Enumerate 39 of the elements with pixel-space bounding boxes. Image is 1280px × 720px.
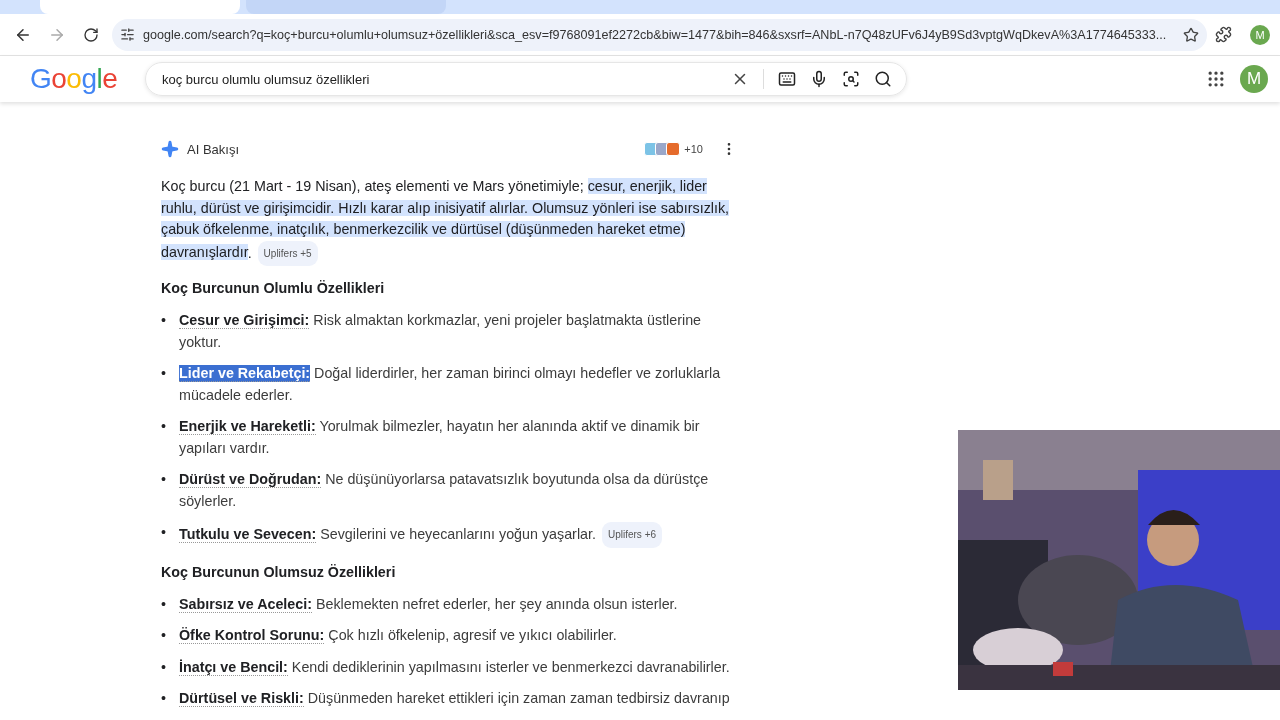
trait-text: Dürtüsel ve Riskli: Düşünmeden hareket ettikleri için zaman zaman tedbirsiz davranıp bbox=[179, 689, 731, 709]
trait-text: Öfke Kontrol Sorunu: Çok hızlı öfkelenip, agresif ve yıkıcı olabilirler. bbox=[179, 626, 618, 646]
camera-search-icon[interactable] bbox=[842, 70, 860, 88]
search-icon[interactable] bbox=[874, 70, 892, 88]
source-favicons-icon[interactable] bbox=[647, 142, 681, 156]
site-settings-icon[interactable] bbox=[120, 27, 135, 42]
extensions-icon[interactable] bbox=[1215, 26, 1232, 43]
reload-icon[interactable] bbox=[83, 26, 99, 43]
bullet: • bbox=[161, 626, 167, 645]
logo[interactable]: Google bbox=[30, 63, 145, 95]
trait-text: Enerjik ve Hareketli: Yorulmak bilmezler, hayatın her alanında aktif ve dinamik bir yapıları vardır. bbox=[179, 417, 701, 458]
keyboard-icon[interactable] bbox=[778, 70, 796, 88]
address-bar[interactable]: google.com/search?q=koç+burcu+olumlu+olumsuz+özellikleri&sca_esv=f9768091ef2272cb&biw=1477&bih=846&sxsrf=ANbL-n7Q48zUFv6J4yB9Sd3vptgWqDkevA%3A1774645333... bbox=[112, 18, 1207, 51]
source-chip[interactable]: Uplifers +6 bbox=[601, 522, 663, 548]
bullet: • bbox=[161, 417, 167, 436]
bullet: • bbox=[161, 657, 167, 677]
overview-title: AI Bakışı bbox=[187, 141, 240, 157]
trait-text: Lider ve Rekabetçi: Doğal liderdirler, her zaman birinci olmayı hedefler ve zorluklarla mücadele ederler. bbox=[179, 364, 722, 405]
trait-text: Cesur ve Girişimci: Risk almaktan korkmazlar, yeni projeler başlatmakta üstlerine yoktur. bbox=[179, 311, 703, 352]
section-heading: Koç Burcunun Olumsuz Özellikleri bbox=[161, 563, 397, 580]
source-chip[interactable]: Uplifers +5 bbox=[257, 240, 318, 266]
bullet: • bbox=[161, 523, 167, 542]
bullet: • bbox=[161, 689, 167, 708]
bullet: • bbox=[161, 594, 167, 614]
section-heading: Koç Burcunun Olumlu Özellikleri bbox=[161, 280, 386, 296]
bullet: • bbox=[161, 364, 167, 383]
trait-text: Tutkulu ve Sevecen: Sevgilerini ve heyecanlarını yoğun yaşarlar. Uplifers +6 bbox=[179, 522, 731, 548]
bullet: • bbox=[161, 311, 167, 330]
trait-text: Sabırsız ve Aceleci: Beklemekten nefret ederler, her şey anında olsun isterler. bbox=[179, 594, 679, 615]
trait-text: İnatçı ve Bencil: Kendi dediklerinin yapılmasını isterler ve benmerkezci davranabilirler. bbox=[179, 657, 731, 678]
summary-paragraph: Koç burcu (21 Mart - 19 Nisan), ateş elementi ve Mars yönetimiyle; cesur, enerjik, lider ruhlu, dürüst ve girişimcidir. Hızlı karar alıp inisiyatif alırlar. Olumsuz yönleri ise sabırsızlık, çabuk öfkelenme, inatçılık, benmerkezcilik ve dürtüsel (düşünmeden hareket etme) davranışlardır. Uplifers +5 bbox=[161, 176, 731, 266]
microphone-icon[interactable] bbox=[810, 70, 828, 88]
bullet: • bbox=[161, 470, 167, 489]
source-count[interactable]: +10 bbox=[684, 143, 703, 155]
trait-text: Dürüst ve Doğrudan: Ne düşünüyorlarsa patavatsızlık boyutunda olsa da dürüstçe söylerler. bbox=[179, 470, 710, 511]
apps-grid-icon[interactable] bbox=[1206, 69, 1226, 89]
url-text: google.com/search?q=koç+burcu+olumlu+olumsuz+özellikleri&sca_esv=f9768091ef2272cb&biw=1477&bih=846&sxsrf=ANbL-n7Q48zUFv6J4yB9Sd3vptgWqDkevA%3A1774645333... bbox=[143, 27, 1168, 42]
sparkle-icon bbox=[161, 140, 179, 158]
bookmark-star-icon[interactable] bbox=[1183, 26, 1199, 43]
